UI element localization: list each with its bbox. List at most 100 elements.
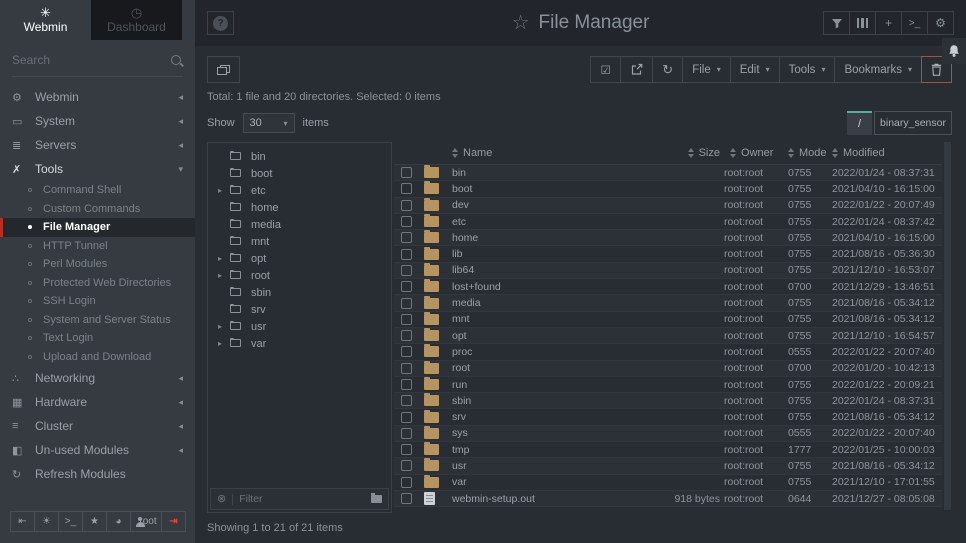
column-header-modified[interactable]: Modified [832,147,942,159]
header-terminal-button[interactable]: >_ [901,11,928,35]
row-checkbox[interactable] [401,314,412,325]
tree-item-mnt[interactable]: mnt [208,233,391,250]
sidebar-item-command-shell[interactable]: Command Shell [0,181,195,200]
tree-item-root[interactable]: ▸root [208,267,391,284]
row-checkbox[interactable] [401,330,412,341]
row-checkbox[interactable] [401,281,412,292]
row-checkbox[interactable] [401,265,412,276]
sidebar-item-protected-web-directories[interactable]: Protected Web Directories [0,274,195,293]
table-row[interactable]: varroot:root07552021/12/10 - 17:01:55 [394,475,942,491]
stats-button[interactable]: ◕ [106,511,131,532]
tab-webmin[interactable]: ✳ Webmin [0,0,91,40]
row-checkbox[interactable] [401,346,412,357]
tree-item-media[interactable]: media [208,216,391,233]
row-checkbox[interactable] [401,363,412,374]
table-row[interactable]: bootroot:root07552021/04/10 - 16:15:00 [394,181,942,197]
table-row[interactable]: sysroot:root05552022/01/22 - 20:07:40 [394,426,942,442]
table-row[interactable]: lost+foundroot:root07002021/12/29 - 13:4… [394,279,942,295]
search-input[interactable] [12,53,171,67]
table-row[interactable]: mntroot:root07552021/08/16 - 05:34:12 [394,312,942,328]
row-checkbox[interactable] [401,379,412,390]
table-row[interactable]: mediaroot:root07552021/08/16 - 05:34:12 [394,295,942,311]
refresh-button[interactable]: ↻ [652,56,683,83]
row-checkbox[interactable] [401,183,412,194]
help-button[interactable]: ? [207,11,234,35]
row-checkbox[interactable] [401,412,412,423]
table-row[interactable]: etcroot:root07552022/01/24 - 08:37:42 [394,214,942,230]
table-row[interactable]: runroot:root07552022/01/22 - 20:09:21 [394,377,942,393]
star-outline-icon[interactable]: ☆ [512,13,530,33]
user-button[interactable]: root [130,511,162,532]
file-menu-button[interactable]: File ▾ [682,56,731,83]
sidebar-section-hardware[interactable]: ▦Hardware◂ [0,390,195,414]
expand-icon[interactable]: ▸ [218,254,230,263]
expand-icon[interactable]: ▸ [218,271,230,280]
table-row[interactable]: tmproot:root17772022/01/25 - 10:00:03 [394,442,942,458]
theme-toggle-button[interactable]: ☀ [34,511,59,532]
row-checkbox[interactable] [401,460,412,471]
items-per-page-select[interactable]: 30 ▾ [243,113,295,133]
sidebar-section-tools[interactable]: ✗Tools▾ [0,157,195,181]
sidebar-section-servers[interactable]: ≣Servers◂ [0,133,195,157]
folder-icon[interactable] [371,495,382,503]
settings-button[interactable]: ⚙ [927,11,954,35]
column-header-size[interactable]: Size [644,147,724,159]
tree-item-var[interactable]: ▸var [208,335,391,352]
copy-path-button[interactable] [207,56,240,83]
sidebar-section-system[interactable]: ▭System◂ [0,109,195,133]
tree-item-sbin[interactable]: sbin [208,284,391,301]
tree-item-home[interactable]: home [208,199,391,216]
collapse-sidebar-button[interactable]: ⇤ [10,511,35,532]
table-row[interactable]: optroot:root07552021/12/10 - 16:54:57 [394,328,942,344]
table-row[interactable]: homeroot:root07552021/04/10 - 16:15:00 [394,230,942,246]
tree-item-srv[interactable]: srv [208,301,391,318]
sidebar-item-perl-modules[interactable]: Perl Modules [0,255,195,274]
tree-filter-input[interactable]: Filter [239,493,365,505]
column-header-mode[interactable]: Mode [788,147,832,159]
sidebar-section-networking[interactable]: ∴Networking◂ [0,366,195,390]
clear-filter-icon[interactable]: ⊗ [217,494,226,505]
filter-button[interactable] [823,11,850,35]
columns-button[interactable] [849,11,876,35]
select-all-button[interactable]: ☑ [590,56,621,83]
sidebar-item-system-and-server-status[interactable]: System and Server Status [0,311,195,330]
breadcrumb-root-button[interactable]: / [847,111,872,135]
sidebar-item-custom-commands[interactable]: Custom Commands [0,200,195,219]
sidebar-item-http-tunnel[interactable]: HTTP Tunnel [0,237,195,256]
expand-icon[interactable]: ▸ [218,322,230,331]
tree-item-boot[interactable]: boot [208,165,391,182]
row-checkbox[interactable] [401,493,412,504]
edit-menu-button[interactable]: Edit ▾ [730,56,780,83]
table-row[interactable]: lib64root:root07552021/12/10 - 16:53:07 [394,263,942,279]
row-checkbox[interactable] [401,249,412,260]
tree-item-opt[interactable]: ▸opt [208,250,391,267]
column-header-owner[interactable]: Owner [724,147,788,159]
path-input[interactable]: binary_sensor [874,111,952,135]
table-row[interactable]: devroot:root07552022/01/22 - 20:07:49 [394,198,942,214]
expand-icon[interactable]: ▸ [218,186,230,195]
sidebar-item-upload-and-download[interactable]: Upload and Download [0,348,195,367]
column-header-name[interactable]: Name [452,147,644,159]
tree-item-etc[interactable]: ▸etc [208,182,391,199]
sidebar-item-text-login[interactable]: Text Login [0,329,195,348]
row-checkbox[interactable] [401,395,412,406]
table-row[interactable]: srvroot:root07552021/08/16 - 05:34:12 [394,409,942,425]
sidebar-section-cluster[interactable]: ≡Cluster◂ [0,414,195,438]
tree-item-bin[interactable]: bin [208,148,391,165]
terminal-button[interactable]: >_ [58,511,83,532]
table-scrollbar[interactable] [944,142,951,510]
table-row[interactable]: libroot:root07552021/08/16 - 05:36:30 [394,246,942,262]
expand-icon[interactable]: ▸ [218,339,230,348]
sidebar-section-refresh-modules[interactable]: ↻Refresh Modules [0,462,195,486]
bookmarks-menu-button[interactable]: Bookmarks ▾ [834,56,922,83]
add-button[interactable]: + [875,11,902,35]
logout-button[interactable]: ⇥ [161,511,186,532]
sidebar-section-un-used-modules[interactable]: ◧Un-used Modules◂ [0,438,195,462]
row-checkbox[interactable] [401,232,412,243]
table-row[interactable]: sbinroot:root07552022/01/24 - 08:37:31 [394,393,942,409]
table-row[interactable]: usrroot:root07552021/08/16 - 05:34:12 [394,458,942,474]
favorites-button[interactable]: ★ [82,511,107,532]
row-checkbox[interactable] [401,444,412,455]
sidebar-item-file-manager[interactable]: File Manager [0,218,195,237]
row-checkbox[interactable] [401,428,412,439]
